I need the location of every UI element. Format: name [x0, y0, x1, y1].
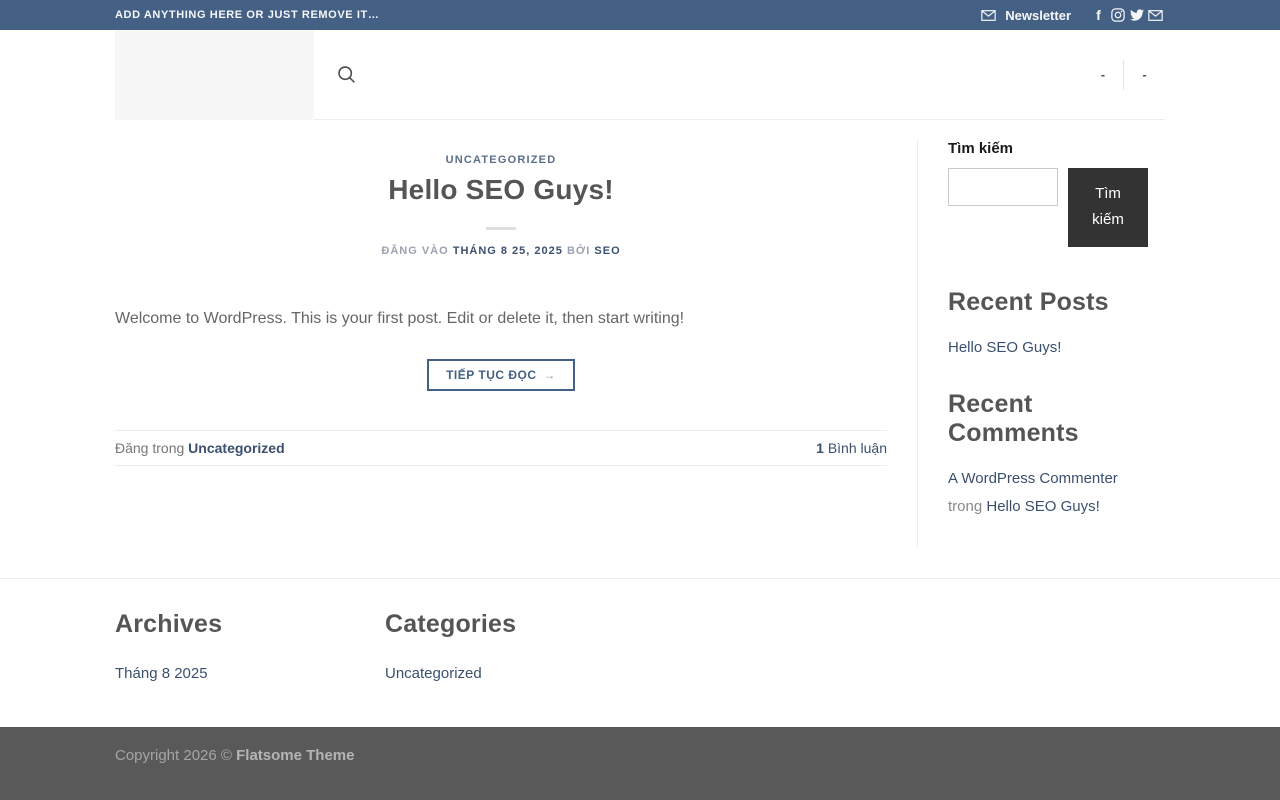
post-card: UNCATEGORIZED Hello SEO Guys! ĐĂNG VÀO T… [115, 150, 887, 466]
comment-post-link[interactable]: Hello SEO Guys! [986, 498, 1099, 515]
email-icon[interactable] [1146, 9, 1165, 21]
post-author-link[interactable]: SEO [594, 245, 620, 257]
site-header: - - [0, 29, 1280, 120]
categories-widget: Categories Uncategorized [385, 610, 655, 687]
sidebar-search-input[interactable] [948, 168, 1058, 206]
post-date-link[interactable]: THÁNG 8 25, 2025 [453, 245, 563, 257]
archive-item: Tháng 8 2025 [115, 660, 385, 687]
category-link[interactable]: Uncategorized [385, 665, 482, 682]
footer-widgets: Archives Tháng 8 2025 Categories Uncateg… [0, 578, 1280, 727]
newsletter-label: Newsletter [1005, 7, 1071, 23]
copyright-text: Copyright 2026 © Flatsome Theme [115, 747, 355, 764]
post-list: UNCATEGORIZED Hello SEO Guys! ĐĂNG VÀO T… [115, 120, 917, 578]
by-label: BỞI [566, 245, 591, 257]
recent-posts-widget: Recent Posts Hello SEO Guys! [948, 288, 1165, 362]
post-footer: Đăng trong Uncategorized 1 Bình luận [115, 429, 887, 466]
post-excerpt: Welcome to WordPress. This is your first… [115, 310, 685, 327]
categories-title: Categories [385, 610, 517, 638]
nav-item-2[interactable]: - [1124, 67, 1165, 82]
post-meta: ĐĂNG VÀO THÁNG 8 25, 2025 BỞI SEO [115, 245, 887, 257]
category-item: Uncategorized [385, 660, 655, 687]
instagram-icon[interactable] [1108, 8, 1127, 22]
read-more-button[interactable]: TIẾP TỤC ĐỌC → [427, 358, 575, 391]
arrow-right-icon: → [543, 367, 556, 382]
recent-post-item: Hello SEO Guys! [948, 334, 1165, 362]
post-title: Hello SEO Guys! [115, 174, 887, 206]
newsletter-link[interactable]: Newsletter [979, 8, 1071, 23]
archives-title: Archives [115, 610, 223, 638]
comments-link[interactable]: 1 Bình luận [816, 440, 887, 456]
recent-comments-title: Recent Comments [948, 390, 1079, 448]
facebook-icon[interactable]: f [1089, 8, 1108, 22]
nav-item-1[interactable]: - [1083, 67, 1124, 82]
comment-in-label: trong [948, 498, 983, 515]
recent-post-link[interactable]: Hello SEO Guys! [948, 339, 1061, 356]
posted-in-label: Đăng trong [115, 439, 185, 456]
search-widget: Tìm kiếm Tìm kiếm [948, 140, 1165, 247]
recent-comments-widget: Recent Comments A WordPress Commenter tr… [948, 390, 1165, 521]
theme-brand: Flatsome Theme [236, 747, 355, 764]
site-logo[interactable] [115, 29, 314, 120]
social-icons: f [1089, 8, 1165, 22]
posted-in: Đăng trong Uncategorized [115, 440, 285, 456]
twitter-icon[interactable] [1127, 8, 1146, 22]
read-more-label: TIẾP TỤC ĐỌC [446, 367, 537, 382]
recent-comment-item: A WordPress Commenter trong Hello SEO Gu… [948, 465, 1165, 521]
search-toggle-button[interactable] [336, 64, 357, 85]
search-icon [336, 64, 357, 85]
primary-nav: - - [1083, 30, 1165, 119]
topbar: ADD ANYTHING HERE OR JUST REMOVE IT… New… [0, 0, 1280, 30]
post-category: UNCATEGORIZED [115, 150, 887, 167]
topbar-message: ADD ANYTHING HERE OR JUST REMOVE IT… [115, 9, 380, 21]
posted-on-label: ĐĂNG VÀO [381, 245, 449, 257]
search-widget-label: Tìm kiếm [948, 140, 1014, 157]
copyright-bar: Copyright 2026 © Flatsome Theme [0, 727, 1280, 800]
sidebar: Tìm kiếm Tìm kiếm Recent Posts Hello SEO… [917, 140, 1165, 547]
archive-link[interactable]: Tháng 8 2025 [115, 665, 208, 682]
post-category-link[interactable]: UNCATEGORIZED [446, 154, 557, 166]
envelope-icon [979, 9, 998, 21]
comment-author-link[interactable]: A WordPress Commenter [948, 470, 1118, 487]
sidebar-search-button[interactable]: Tìm kiếm [1068, 168, 1148, 247]
posted-in-category-link[interactable]: Uncategorized [188, 440, 284, 456]
post-title-link[interactable]: Hello SEO Guys! [388, 174, 614, 205]
title-divider [486, 227, 516, 230]
recent-posts-title: Recent Posts [948, 287, 1109, 316]
archives-widget: Archives Tháng 8 2025 [115, 610, 385, 687]
main-content: UNCATEGORIZED Hello SEO Guys! ĐĂNG VÀO T… [115, 120, 1165, 578]
